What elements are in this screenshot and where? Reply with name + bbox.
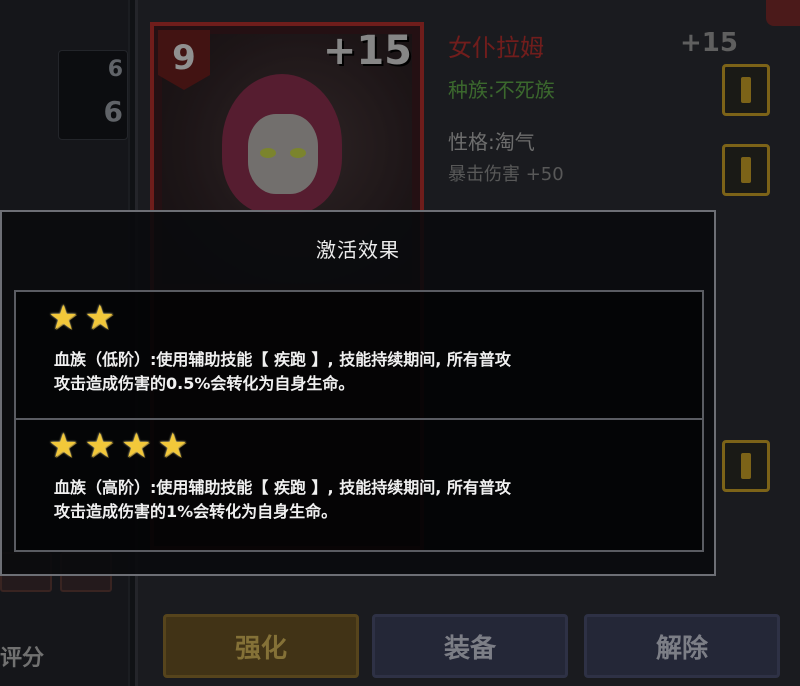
effect-description: 血族（高阶）:使用辅助技能【 疾跑 】, 技能持续期间, 所有普攻 攻击造成伤害… <box>54 476 694 524</box>
star-rating-icon: ★★★★ <box>48 426 194 466</box>
effect-entry: ★★ 血族（低阶）:使用辅助技能【 疾跑 】, 技能持续期间, 所有普攻 攻击造… <box>14 290 704 420</box>
activation-effect-popup: 激活效果 ★★ 血族（低阶）:使用辅助技能【 疾跑 】, 技能持续期间, 所有普… <box>0 210 716 576</box>
star-rating-icon: ★★ <box>48 298 121 338</box>
popup-title: 激活效果 <box>316 238 400 262</box>
effect-line: 血族（低阶）:使用辅助技能【 疾跑 】, 技能持续期间, 所有普攻 <box>54 350 511 369</box>
effect-line: 攻击造成伤害的1%会转化为自身生命。 <box>54 502 338 521</box>
effect-description: 血族（低阶）:使用辅助技能【 疾跑 】, 技能持续期间, 所有普攻 攻击造成伤害… <box>54 348 694 396</box>
effect-line: 血族（高阶）:使用辅助技能【 疾跑 】, 技能持续期间, 所有普攻 <box>54 478 511 497</box>
effect-line: 攻击造成伤害的0.5%会转化为自身生命。 <box>54 374 355 393</box>
effect-entry: ★★★★ 血族（高阶）:使用辅助技能【 疾跑 】, 技能持续期间, 所有普攻 攻… <box>14 418 704 552</box>
